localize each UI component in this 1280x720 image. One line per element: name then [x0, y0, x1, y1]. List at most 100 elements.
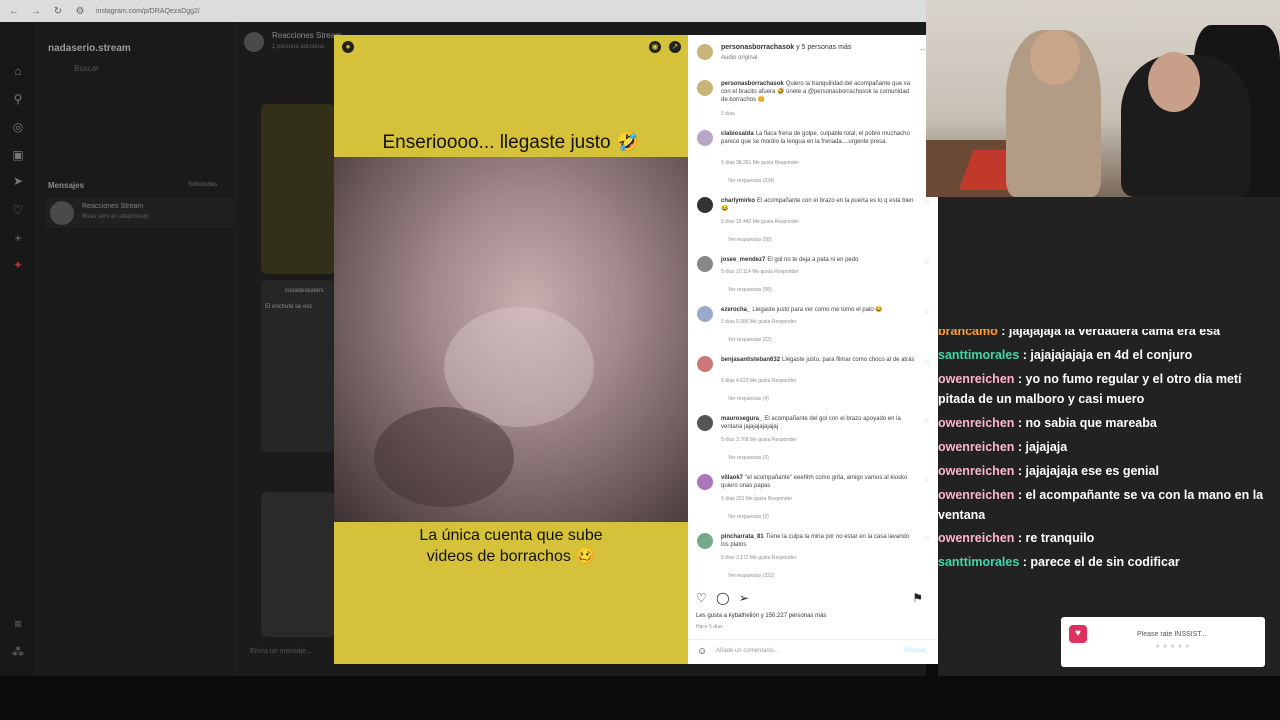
share-icon[interactable]: ➢: [739, 591, 749, 605]
comment-avatar[interactable]: [697, 256, 713, 272]
comment-meta[interactable]: 5 días 3.768 Me gusta Responder: [721, 437, 796, 443]
save-icon[interactable]: ⚑: [912, 591, 923, 605]
comment-meta[interactable]: 5 días 10.114 Me gusta Responder: [721, 269, 799, 275]
caption-avatar[interactable]: [697, 80, 713, 96]
explore-icon[interactable]: ◎: [11, 120, 25, 134]
video-frame[interactable]: [334, 157, 688, 522]
like-comment-icon[interactable]: ♡: [924, 200, 929, 207]
view-replies[interactable]: Ver respuestas (58): [728, 237, 772, 243]
chat-message: santtimorales : parece el de sin codific…: [938, 555, 1180, 569]
attachment-label: cosadeskaters: [285, 288, 324, 294]
stream-chat: brancamo : jajajajaja la verdadera cama …: [938, 197, 1280, 676]
view-replies[interactable]: Ver respuestas (2): [728, 514, 769, 520]
view-replies[interactable]: Ver respuestas (58): [728, 287, 772, 293]
comment: ezerocha_ Llegaste justo para ver como me…: [721, 307, 883, 313]
owner-line[interactable]: personasborrachasok y 5 personas más: [721, 44, 851, 51]
account-icon[interactable]: ●: [342, 41, 354, 53]
comment-meta[interactable]: 5 días 38.261 Me gusta Responder: [721, 160, 799, 166]
profile-icon[interactable]: ✦: [11, 258, 25, 272]
comment-meta[interactable]: 5 días 331 Me gusta Responder: [721, 496, 792, 502]
message-attachment[interactable]: [261, 104, 335, 274]
messages-icon[interactable]: ➤: [11, 174, 25, 188]
menu-icon[interactable]: ≡: [11, 617, 25, 631]
view-replies[interactable]: Ver respuestas (22): [728, 337, 772, 343]
post-media[interactable]: ● ◉ ↗ Enserioooo... llegaste justo 🤣 La …: [334, 35, 688, 664]
comment-avatar[interactable]: [697, 533, 713, 549]
likes-count[interactable]: Les gusta a kybathelion y 150.227 person…: [696, 613, 826, 619]
view-replies[interactable]: Ver respuestas (322): [728, 573, 774, 579]
comment-avatar[interactable]: [697, 130, 713, 146]
comment-avatar[interactable]: [697, 306, 713, 322]
emoji-icon[interactable]: ☺: [697, 646, 707, 657]
back-icon[interactable]: ←: [8, 6, 20, 17]
reels-icon[interactable]: ▣: [11, 148, 25, 162]
notifications-icon[interactable]: ♡: [11, 203, 25, 217]
message-attachment[interactable]: [261, 492, 335, 637]
like-icon[interactable]: ♡: [696, 591, 707, 605]
comment: clabiosalda La flaca frena de golpe, culp…: [721, 131, 910, 145]
forward-icon[interactable]: →: [30, 6, 42, 17]
audio-label[interactable]: Audio original: [721, 55, 757, 61]
search-icon[interactable]: ⚲: [11, 92, 25, 106]
like-comment-icon[interactable]: ♡: [924, 477, 929, 484]
comment-icon[interactable]: ◯: [716, 591, 729, 605]
thread-preview: Brian sent an attachment.: [82, 214, 151, 220]
share-icon[interactable]: ↗: [669, 41, 681, 53]
comment-meta[interactable]: 5 días 5.086 Me gusta Responder: [721, 319, 796, 325]
thread-item[interactable]: Reacciones Stream Brian sent an attachme…: [46, 198, 234, 228]
post-actions: ♡ ◯ ➢ ⚑: [696, 591, 923, 605]
webcam-feed: [926, 0, 1280, 197]
owner-avatar[interactable]: [697, 44, 713, 60]
site-info-icon[interactable]: ⚙: [74, 6, 86, 17]
like-comment-icon[interactable]: ♡: [924, 418, 929, 425]
search-input[interactable]: Buscar: [52, 64, 222, 78]
mute-icon[interactable]: ◉: [649, 41, 661, 53]
comment-meta[interactable]: 5 días 3.172 Me gusta Responder: [721, 555, 796, 561]
comment-avatar[interactable]: [697, 356, 713, 372]
video-bottom-caption: La única cuenta que sube videos de borra…: [334, 525, 688, 567]
comment-avatar[interactable]: [697, 474, 713, 490]
rate-popup[interactable]: ♥ Please rate INSSIST... ★★★★★: [1061, 617, 1265, 667]
comment: benjasantisteban632 Llegaste justo, para …: [721, 357, 915, 363]
conversation-subtitle: 1 persona adicional: [272, 44, 325, 50]
caption: personasborrachasok Quiero la tranquilida…: [721, 81, 911, 103]
post-sidebar: personasborrachasok y 5 personas más Aud…: [688, 35, 938, 664]
thread-name: Reacciones Stream: [82, 203, 144, 210]
like-comment-icon[interactable]: ♡: [924, 259, 929, 266]
video-top-caption: Enserioooo... llegaste justo 🤣: [382, 132, 640, 153]
attachment-text: El enchufe se esc: [265, 304, 313, 310]
heart-icon: ♥: [1069, 625, 1087, 643]
comment-avatar[interactable]: [697, 197, 713, 213]
publish-button[interactable]: Publicar: [904, 648, 926, 654]
view-replies[interactable]: Ver respuestas (3): [728, 455, 769, 461]
chat-message: brancamo : jajajajaja la verdadera cama …: [938, 324, 1221, 338]
message-attachment[interactable]: cosadeskaters El enchufe se esc: [261, 280, 335, 452]
comment: villaok7 "el acompañante" eeehhh como gri…: [721, 475, 908, 489]
comment-input[interactable]: Añade un comentario...: [716, 648, 778, 654]
view-replies[interactable]: Ver respuestas (234): [728, 178, 774, 184]
more-icon[interactable]: ⁂: [11, 645, 25, 659]
comment-meta[interactable]: 5 días 15.442 Me gusta Responder: [721, 219, 799, 225]
reload-icon[interactable]: ↻: [52, 6, 64, 17]
comment-avatar[interactable]: [697, 415, 713, 431]
instagram-nav-rail: ⌂ ⚲ ◎ ▣ ➤ ♡ + ✦ ≡ ⁂: [0, 22, 36, 676]
url-text[interactable]: instagram.com/p/DRAQezaDgg2/: [96, 8, 200, 15]
avatar: [244, 32, 264, 52]
chat-message: santtimorales : jajajajajaja en 4d el co…: [938, 348, 1193, 362]
message-input[interactable]: Envía un mensaje...: [250, 648, 312, 655]
comment: pincharrata_81 Tiene la culpa la mina por…: [721, 534, 910, 548]
view-replies[interactable]: Ver respuestas (4): [728, 396, 769, 402]
create-icon[interactable]: +: [11, 231, 25, 245]
like-comment-icon[interactable]: ♡: [924, 309, 929, 316]
caption-line-1: La única cuenta que sube: [419, 527, 603, 544]
comment: josee_mendez7 El gol no te deja a pata ni…: [721, 257, 859, 263]
requests-link[interactable]: Solicitudes: [188, 182, 217, 188]
comment: maurosegura_ El acompañante del gol con e…: [721, 416, 901, 430]
home-icon[interactable]: ⌂: [11, 64, 25, 78]
comment-meta[interactable]: 5 días 4.623 Me gusta Responder: [721, 378, 796, 384]
like-comment-icon[interactable]: ♡: [924, 359, 929, 366]
chat-message: owenreichen : jajajaja: [938, 440, 1068, 454]
rating-stars[interactable]: ★★★★★: [1155, 643, 1192, 650]
account-name[interactable]: nadaserio.stream: [48, 43, 131, 54]
like-comment-icon[interactable]: ♡: [924, 536, 929, 543]
